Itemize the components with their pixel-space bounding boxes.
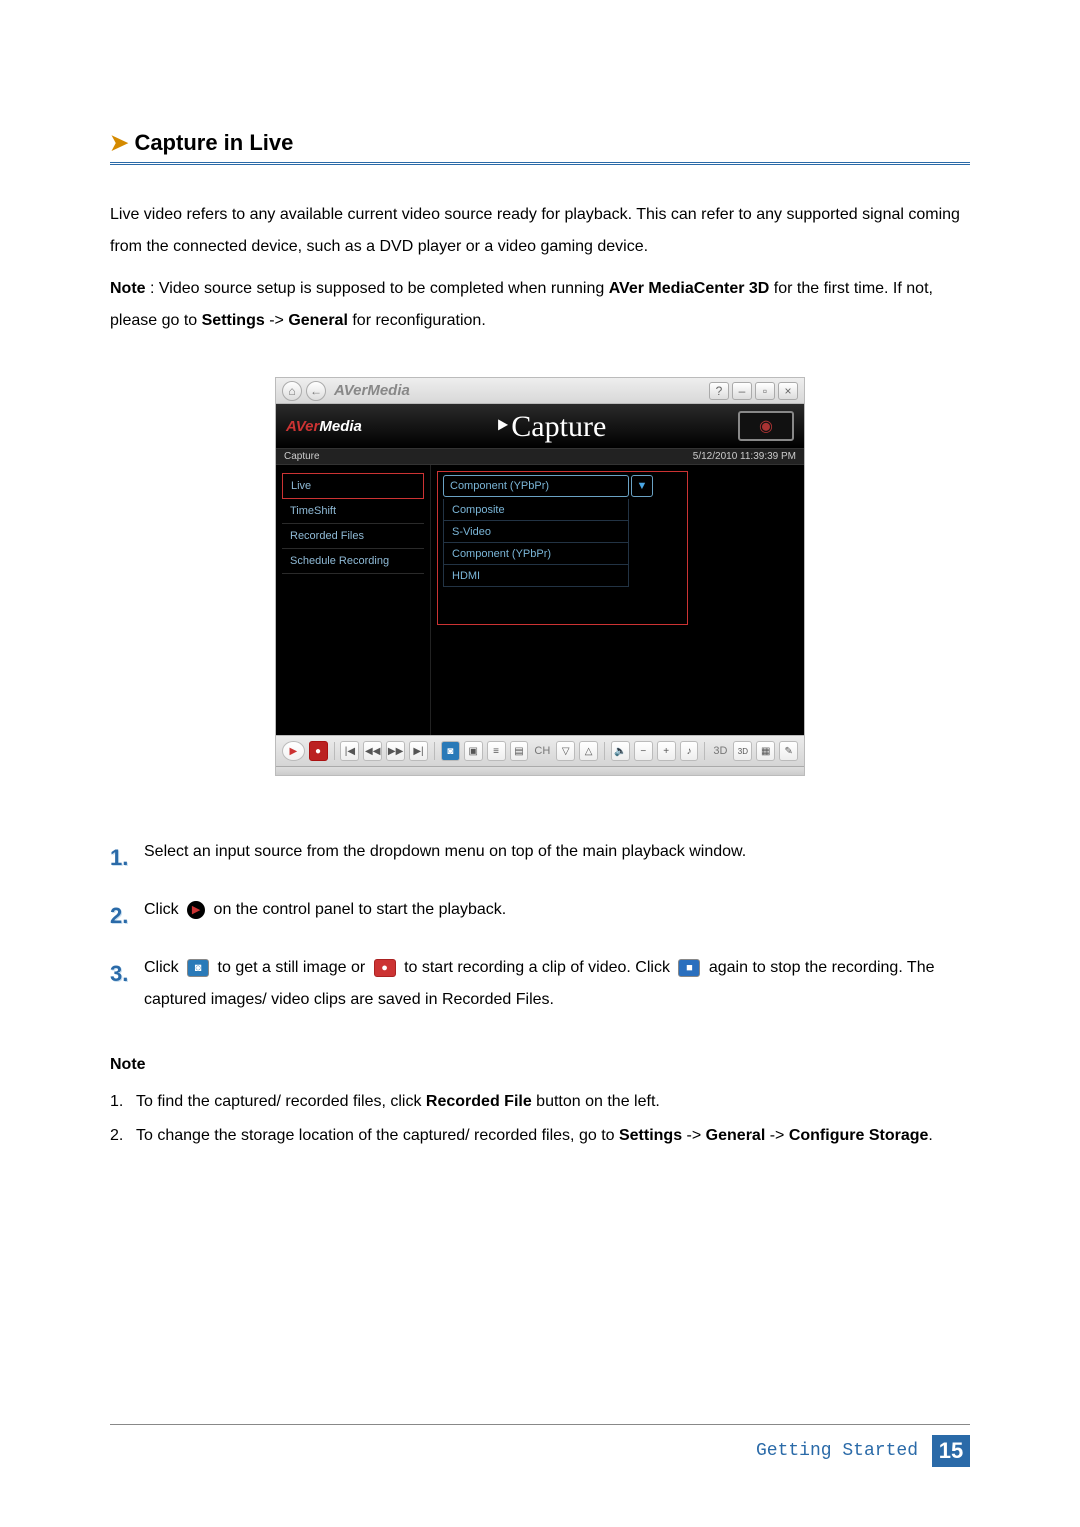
- note-item-1: 1. To find the captured/ recorded files,…: [110, 1086, 970, 1118]
- note-paragraph: Note : Video source setup is supposed to…: [110, 273, 970, 337]
- heading-text: Capture in Live: [134, 130, 293, 156]
- app-header: AVerMedia ‣Capture ◉: [276, 404, 804, 448]
- 3d-settings-icon[interactable]: ▦: [756, 741, 775, 761]
- pip-icon[interactable]: ▣: [464, 741, 483, 761]
- main-playback-area: Component (YPbPr) ▼ Composite S-Video Co…: [431, 465, 804, 735]
- footer-section: Getting Started: [756, 1441, 918, 1461]
- minimize-icon[interactable]: –: [732, 382, 752, 400]
- epg-icon[interactable]: ▤: [510, 741, 529, 761]
- channel-down-icon[interactable]: ▽: [556, 741, 575, 761]
- step-1: 1. Select an input source from the dropd…: [110, 836, 970, 880]
- teletext-icon[interactable]: ≡: [487, 741, 506, 761]
- breadcrumb-bar: Capture 5/12/2010 11:39:39 PM: [276, 448, 804, 465]
- record-button[interactable]: ●: [309, 741, 328, 761]
- sidebar-item-schedule-recording[interactable]: Schedule Recording: [282, 549, 424, 574]
- maximize-icon[interactable]: ▫: [755, 382, 775, 400]
- timestamp: 5/12/2010 11:39:39 PM: [693, 451, 796, 462]
- steps-list: 1. Select an input source from the dropd…: [110, 836, 970, 1016]
- step-number: 3.: [110, 952, 144, 996]
- play-button[interactable]: ▶: [282, 741, 305, 761]
- dropdown-option-hdmi[interactable]: HDMI: [444, 565, 628, 587]
- volume-up-icon[interactable]: +: [657, 741, 676, 761]
- page-title: ‣Capture: [494, 409, 607, 444]
- skip-back-icon[interactable]: |◀: [340, 741, 359, 761]
- input-source-dropdown[interactable]: Component (YPbPr): [443, 475, 629, 497]
- sidebar-item-timeshift[interactable]: TimeShift: [282, 499, 424, 524]
- dropdown-toggle-icon[interactable]: ▼: [631, 475, 653, 497]
- step-number: 1.: [110, 836, 144, 880]
- notes-heading: Note: [110, 1056, 970, 1074]
- dropdown-option-component[interactable]: Component (YPbPr): [444, 543, 628, 565]
- section-heading: ➤ Capture in Live: [110, 130, 970, 165]
- step-2: 2. Click ▶ on the control panel to start…: [110, 894, 970, 938]
- breadcrumb: Capture: [284, 451, 320, 462]
- snapshot-button[interactable]: ◙: [441, 741, 460, 761]
- dropdown-list: Composite S-Video Component (YPbPr) HDMI: [443, 499, 629, 587]
- stop-icon: ■: [678, 959, 700, 977]
- volume-down-icon[interactable]: −: [634, 741, 653, 761]
- audio-icon[interactable]: ♪: [680, 741, 699, 761]
- resize-grip[interactable]: [276, 767, 804, 775]
- preview-thumbnail: ◉: [738, 411, 794, 441]
- skip-forward-icon[interactable]: ▶|: [409, 741, 428, 761]
- step-3: 3. Click ◙ to get a still image or ● to …: [110, 952, 970, 1016]
- mute-icon[interactable]: 🔈: [611, 741, 630, 761]
- page-footer: Getting Started 15: [110, 1424, 970, 1467]
- app-window: ⌂ ← AVerMedia ? – ▫ × AVerMedia ‣Capture…: [275, 377, 805, 776]
- rewind-icon[interactable]: ◀◀: [363, 741, 382, 761]
- help-icon[interactable]: ?: [709, 382, 729, 400]
- dropdown-option-composite[interactable]: Composite: [444, 499, 628, 521]
- sidebar: Live TimeShift Recorded Files Schedule R…: [276, 465, 431, 735]
- 3d-label: 3D: [711, 745, 729, 757]
- home-icon[interactable]: ⌂: [282, 381, 302, 401]
- record-icon: ●: [374, 959, 396, 977]
- screenshot-container: ⌂ ← AVerMedia ? – ▫ × AVerMedia ‣Capture…: [110, 377, 970, 776]
- 3d-tweak-icon[interactable]: ✎: [779, 741, 798, 761]
- close-icon[interactable]: ×: [778, 382, 798, 400]
- channel-up-icon[interactable]: △: [579, 741, 598, 761]
- play-icon: ▶: [187, 901, 205, 919]
- note-item-2: 2. To change the storage location of the…: [110, 1120, 970, 1152]
- logo: AVerMedia: [286, 418, 362, 435]
- step-number: 2.: [110, 894, 144, 938]
- sidebar-item-live[interactable]: Live: [282, 473, 424, 499]
- control-panel: ▶ ● |◀ ◀◀ ▶▶ ▶| ◙ ▣ ≡ ▤ CH ▽ △ 🔈 − + ♪ 3…: [276, 735, 804, 767]
- app-body: Live TimeShift Recorded Files Schedule R…: [276, 465, 804, 735]
- forward-icon[interactable]: ▶▶: [386, 741, 405, 761]
- back-icon[interactable]: ←: [306, 381, 326, 401]
- titlebar-brand: AVerMedia: [334, 382, 410, 399]
- heading-arrow-icon: ➤: [110, 130, 128, 156]
- dropdown-option-svideo[interactable]: S-Video: [444, 521, 628, 543]
- 3d-mode-icon[interactable]: 3D: [733, 741, 752, 761]
- intro-paragraph: Live video refers to any available curre…: [110, 199, 970, 263]
- footer-page-number: 15: [932, 1435, 970, 1467]
- sidebar-item-recorded-files[interactable]: Recorded Files: [282, 524, 424, 549]
- notes-list: 1. To find the captured/ recorded files,…: [110, 1086, 970, 1152]
- titlebar: ⌂ ← AVerMedia ? – ▫ ×: [276, 378, 804, 404]
- channel-label: CH: [532, 745, 552, 757]
- note-label: Note: [110, 280, 146, 297]
- camera-icon: ◙: [187, 959, 209, 977]
